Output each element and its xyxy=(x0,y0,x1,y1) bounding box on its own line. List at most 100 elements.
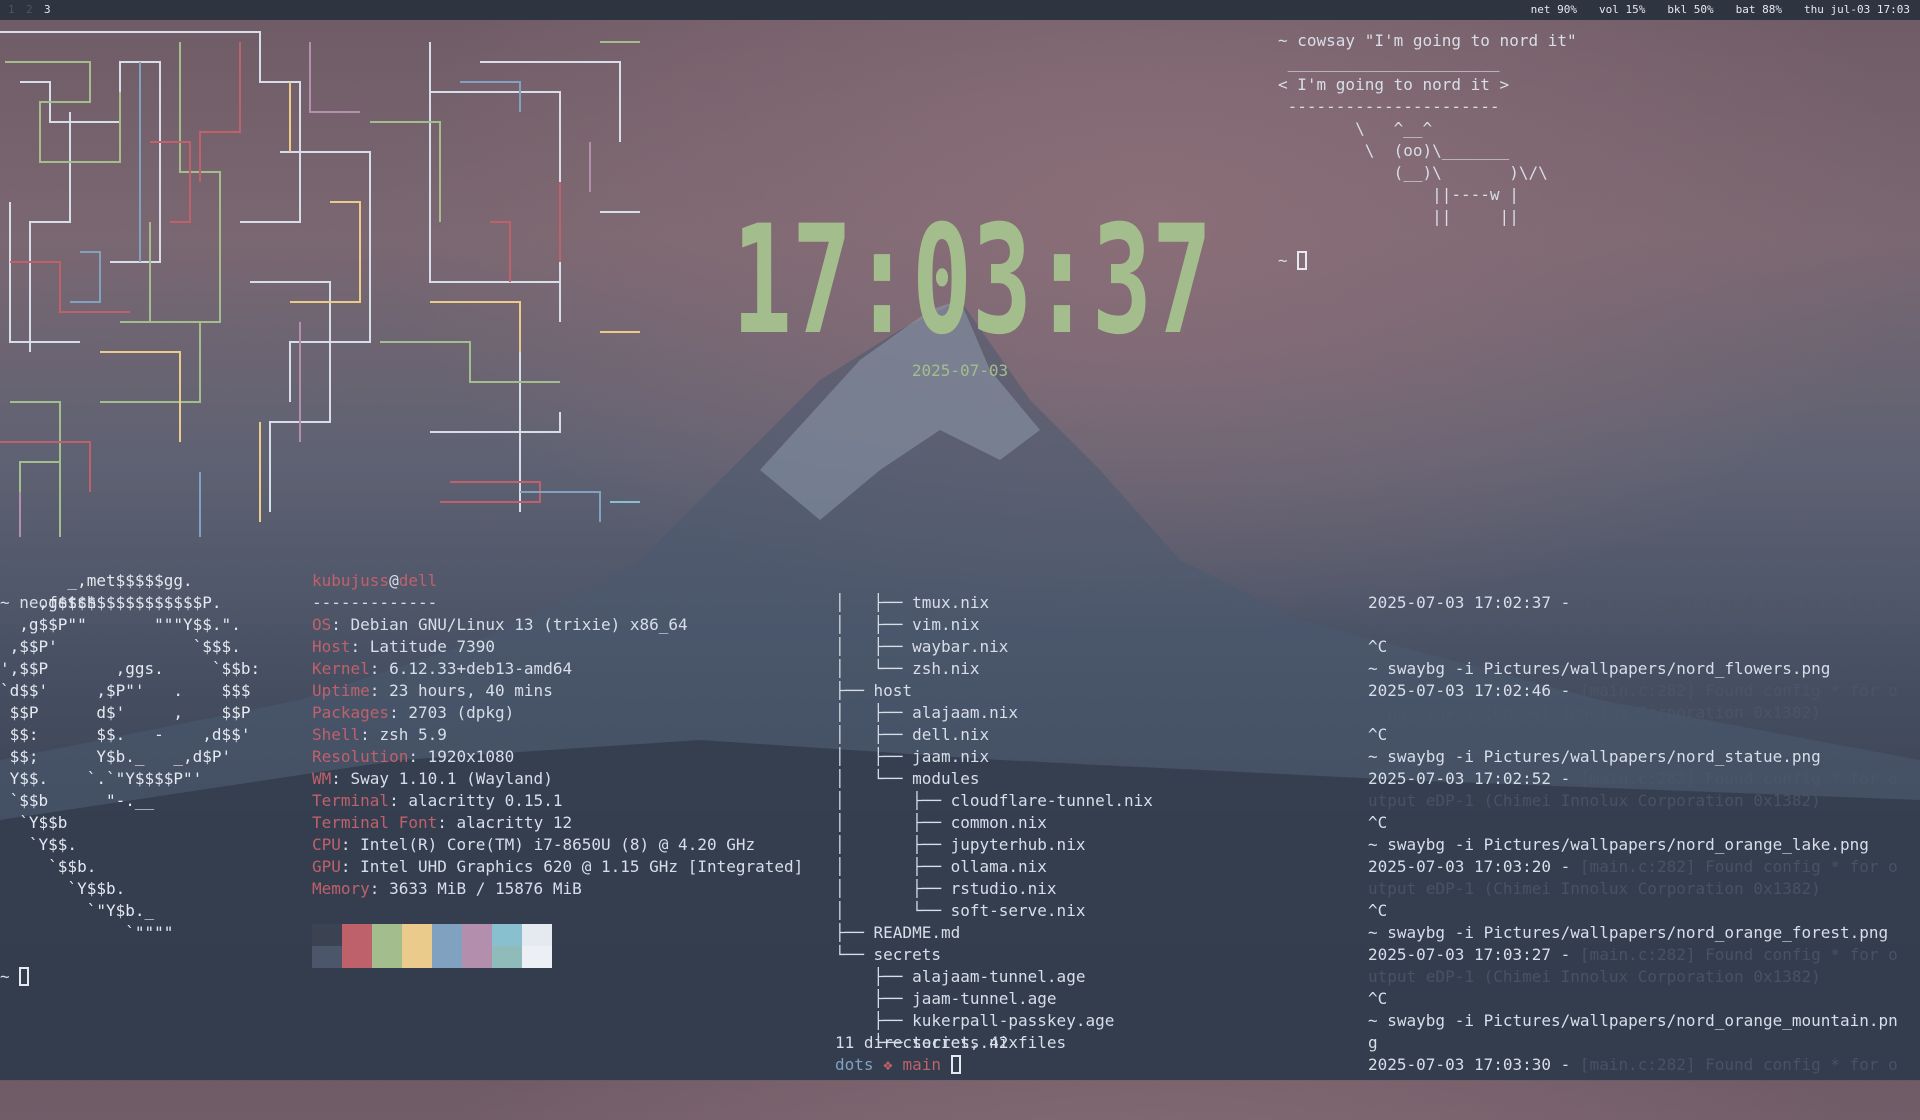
tree-item: │ ├── alajaam.nix xyxy=(835,702,1335,724)
logo-line: $$P d$' , $$P xyxy=(0,703,251,722)
info-value: 23 hours, 40 mins xyxy=(389,681,553,700)
log-text: 2025-07-03 17:03:30 - xyxy=(1368,1055,1580,1074)
network-status: net 90% xyxy=(1530,3,1577,16)
datetime-status: thu jul-03 17:03 xyxy=(1804,3,1910,16)
log-text: 2025-07-03 17:02:52 - xyxy=(1368,769,1580,788)
tree-name: ollama.nix xyxy=(950,857,1047,876)
logo-line: _,met$$$$$gg. xyxy=(0,571,193,590)
tree-terminal[interactable]: │ ├── tmux.nix │ ├── vim.nix │ ├── waybar.… xyxy=(835,548,1335,1078)
info-label: Resolution xyxy=(312,747,409,766)
info-label: Host xyxy=(312,637,351,656)
tree-item: ├── jaam-tunnel.age xyxy=(835,988,1335,1010)
tree-branch: │ ├── xyxy=(835,615,913,634)
info-row: Host: Latitude 7390 xyxy=(312,636,803,658)
log-text: ^C xyxy=(1368,989,1388,1008)
info-colon: : xyxy=(389,791,409,810)
log-dim-text: [main.c:282] Found config * for o xyxy=(1579,1055,1898,1074)
color-swatch xyxy=(432,946,462,968)
info-row: CPU: Intel(R) Core(TM) i7-8650U (8) @ 4.… xyxy=(312,834,803,856)
swaybg-terminal[interactable]: 2025-07-03 17:02:37 - [main.c:282] Found… xyxy=(1368,548,1920,1080)
tree-branch: │ ├── xyxy=(835,835,951,854)
tree-branch: ├── xyxy=(835,1011,913,1030)
logo-line: ,g$$$$$$$$$$$$$$$P. xyxy=(0,593,222,612)
info-label: Kernel xyxy=(312,659,370,678)
info-colon: : xyxy=(331,769,351,788)
workspace-2[interactable]: 2 xyxy=(26,2,33,18)
log-text: ^C xyxy=(1368,725,1388,744)
log-line: g xyxy=(1368,1032,1920,1054)
tree-branch: │ ├── xyxy=(835,879,951,898)
log-line: ~ swaybg -i Pictures/wallpapers/nord_ora… xyxy=(1368,834,1920,856)
tree-name: README.md xyxy=(873,923,961,942)
color-swatch xyxy=(462,946,492,968)
log-dim-text: [main.c:282] Found config * for o xyxy=(1579,593,1898,612)
volume-status: vol 15% xyxy=(1598,3,1646,16)
log-text: g xyxy=(1368,1033,1378,1052)
neofetch-terminal[interactable]: ~ neofetch _,met$$$$$gg. ,g$$$$$$$$$$$$$… xyxy=(0,548,830,988)
logo-line: `d$$' ,$P"' . $$$ xyxy=(0,681,251,700)
cowsay-terminal[interactable]: ~ cowsay "I'm going to nord it" ________… xyxy=(1278,30,1918,270)
tree-branch: │ ├── xyxy=(835,791,951,810)
tree-name: cloudflare-tunnel.nix xyxy=(950,791,1153,810)
neofetch-end-prompt[interactable]: ~ xyxy=(0,966,30,988)
info-colon: : xyxy=(360,725,380,744)
workspace-3-active[interactable]: 3 xyxy=(44,2,51,18)
cowsay-end-prompt[interactable]: ~ xyxy=(1278,250,1918,272)
tree-item: │ ├── ollama.nix xyxy=(835,856,1335,878)
swaybg-log: 2025-07-03 17:02:37 - [main.c:282] Found… xyxy=(1368,592,1920,1080)
info-row: Packages: 2703 (dpkg) xyxy=(312,702,803,724)
tree-prompt[interactable]: dots ❖ main xyxy=(835,1054,961,1076)
tree-name: tmux.nix xyxy=(912,593,990,612)
tree-item: │ ├── vim.nix xyxy=(835,614,1335,636)
log-dim-text: utput eDP-1 (Chimei Innolux Corporation … xyxy=(1368,791,1821,810)
color-swatch xyxy=(342,924,372,946)
color-swatch xyxy=(432,924,462,946)
logo-line: `Y$$b xyxy=(0,813,68,832)
log-text: 2025-07-03 17:03:20 - xyxy=(1368,857,1580,876)
tree-item: │ ├── rstudio.nix xyxy=(835,878,1335,900)
log-line: 2025-07-03 17:02:46 - [main.c:282] Found… xyxy=(1368,680,1920,702)
tree-item: ├── alajaam-tunnel.age xyxy=(835,966,1335,988)
log-line: ^C xyxy=(1368,900,1920,922)
log-text: ~ swaybg -i Pictures/wallpapers/nord_ora… xyxy=(1368,835,1869,854)
user-host: kubujuss@dell xyxy=(312,570,803,592)
cowsay-line: ~ cowsay "I'm going to nord it" xyxy=(1278,31,1577,50)
workspace-1[interactable]: 1 xyxy=(8,2,15,18)
tree-item: │ ├── cloudflare-tunnel.nix xyxy=(835,790,1335,812)
info-row: Shell: zsh 5.9 xyxy=(312,724,803,746)
logo-line: ,$$P' `$$$. xyxy=(0,637,241,656)
logo-line: `Y$$. xyxy=(0,835,78,854)
log-text: ~ swaybg -i Pictures/wallpapers/nord_ora… xyxy=(1368,923,1889,942)
info-row: Resolution: 1920x1080 xyxy=(312,746,803,768)
color-swatch xyxy=(312,946,342,968)
info-value: 1920x1080 xyxy=(427,747,515,766)
battery-status: bat 88% xyxy=(1735,3,1783,16)
info-value: Intel UHD Graphics 620 @ 1.15 GHz [Integ… xyxy=(360,857,804,876)
tree-branch: ├── xyxy=(835,681,874,700)
log-line: utput eDP-1 (Chimei Innolux Corporation … xyxy=(1368,614,1920,636)
tree-name: modules xyxy=(912,769,980,788)
tree-name: host xyxy=(873,681,913,700)
color-swatch xyxy=(492,946,522,968)
info-colon: : xyxy=(331,615,351,634)
tree-item: │ └── modules xyxy=(835,768,1335,790)
color-swatch xyxy=(462,924,492,946)
info-label: GPU xyxy=(312,857,341,876)
info-colon: : xyxy=(350,637,370,656)
info-value: 2703 (dpkg) xyxy=(408,703,515,722)
tree-branch: │ ├── xyxy=(835,813,951,832)
info-row: Terminal Font: alacritty 12 xyxy=(312,812,803,834)
info-colon: : xyxy=(408,747,428,766)
log-dim-text: [main.c:282] Found config * for o xyxy=(1579,857,1898,876)
cowsay-line: ||----w | xyxy=(1278,185,1519,204)
tree-item: │ ├── jupyterhub.nix xyxy=(835,834,1335,856)
log-text: ^C xyxy=(1368,901,1388,920)
info-label: WM xyxy=(312,769,332,788)
tree-branch: └── xyxy=(835,945,874,964)
prompt-tilde: ~ xyxy=(0,967,10,986)
color-swatch xyxy=(372,924,402,946)
info-value: Debian GNU/Linux 13 (trixie) x86_64 xyxy=(350,615,688,634)
tree-item: ├── kukerpall-passkey.age xyxy=(835,1010,1335,1032)
info-value: Latitude 7390 xyxy=(369,637,496,656)
log-line: 2025-07-03 17:02:37 - [main.c:282] Found… xyxy=(1368,592,1920,614)
